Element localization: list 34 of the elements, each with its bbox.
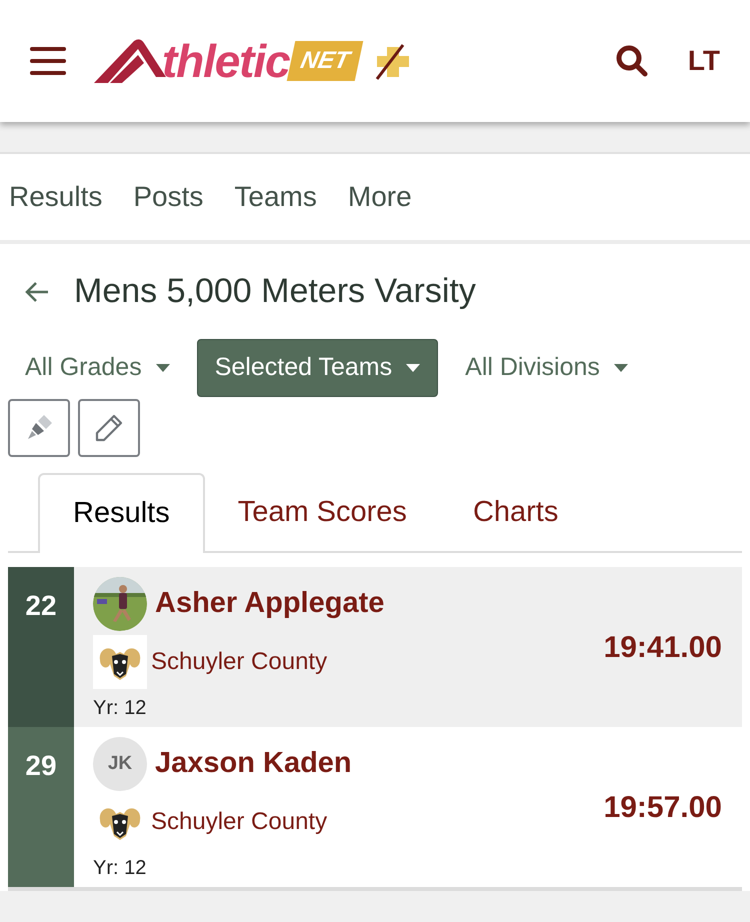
place-number: 22 <box>25 589 57 623</box>
team-name[interactable]: Schuyler County <box>151 804 328 840</box>
athlete-year: Yr: 12 <box>93 696 148 721</box>
nav-link[interactable]: More <box>348 176 412 218</box>
result-row[interactable]: 22 Asher Applegate Schuyler County Yr: 12 19:41.00 <box>8 567 742 727</box>
athlete-name[interactable]: Jaxson Kaden <box>155 742 352 786</box>
filter-dropdown[interactable]: All Divisions <box>448 339 645 397</box>
caret-icon <box>614 364 628 372</box>
athlete-year: Yr: 12 <box>93 856 148 881</box>
tab[interactable]: Team Scores <box>204 473 440 553</box>
filter-dropdown[interactable]: Selected Teams <box>196 339 438 397</box>
nav-link[interactable]: Posts <box>133 176 204 218</box>
menu-icon[interactable] <box>30 47 66 75</box>
initials-avatar: JK <box>93 737 147 791</box>
highlighter-button[interactable] <box>8 399 70 457</box>
nav-link[interactable]: Teams <box>234 176 317 218</box>
nav-link[interactable]: Results <box>9 176 102 218</box>
place-number: 29 <box>25 749 57 783</box>
result-time: 19:57.00 <box>604 790 722 826</box>
tab[interactable]: Charts <box>440 473 592 553</box>
pencil-button[interactable] <box>78 399 140 457</box>
back-arrow-icon[interactable] <box>24 280 50 302</box>
logo-text: thletic <box>162 38 290 84</box>
team-name[interactable]: Schuyler County <box>151 644 328 680</box>
search-icon[interactable] <box>616 45 648 77</box>
athlete-name[interactable]: Asher Applegate <box>155 582 384 626</box>
user-initials[interactable]: LT <box>688 40 720 82</box>
pencil-icon <box>94 413 124 443</box>
tab[interactable]: Results <box>38 473 205 553</box>
caret-icon <box>406 364 420 372</box>
page-title: Mens 5,000 Meters Varsity <box>74 271 476 312</box>
filter-dropdown[interactable]: All Grades <box>8 339 187 397</box>
result-time: 19:41.00 <box>604 630 722 666</box>
caret-icon <box>156 364 170 372</box>
